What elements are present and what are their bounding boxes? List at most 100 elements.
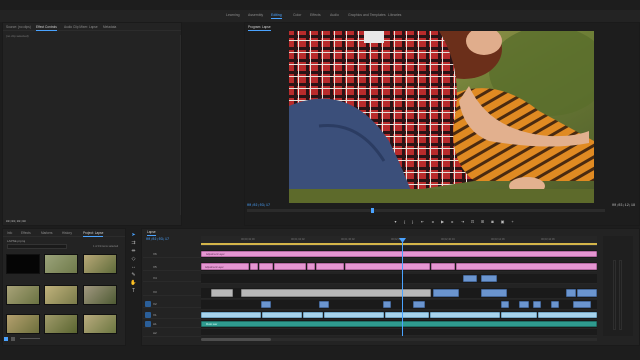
- track-v6: Adjustment Layer: [201, 250, 597, 259]
- video-clip[interactable]: [481, 289, 507, 297]
- mark-out-icon[interactable]: }: [410, 219, 415, 224]
- tab-markers[interactable]: Markers: [41, 231, 53, 235]
- project-thumb-clip[interactable]: [44, 285, 78, 305]
- tab-info[interactable]: Info: [7, 231, 12, 235]
- project-thumb-black-video[interactable]: [6, 254, 40, 274]
- play-icon[interactable]: ▶: [440, 219, 445, 224]
- go-to-out-icon[interactable]: ⇥: [460, 219, 465, 224]
- video-clip[interactable]: [533, 301, 541, 308]
- adjustment-layer-clip[interactable]: [250, 263, 258, 270]
- tab-metadata[interactable]: Metadata: [103, 25, 116, 29]
- slip-tool-icon[interactable]: ↔: [130, 264, 137, 271]
- video-clip[interactable]: [433, 289, 459, 297]
- work-area-bar[interactable]: [201, 243, 597, 245]
- video-clip[interactable]: [383, 301, 391, 308]
- tab-project[interactable]: Project: Lapse: [83, 231, 104, 237]
- video-clip[interactable]: [551, 301, 559, 308]
- project-thumb-clip[interactable]: [6, 314, 40, 334]
- program-playhead[interactable]: [371, 208, 374, 213]
- timeline-scroll-thumb[interactable]: [201, 338, 271, 341]
- zoom-slider[interactable]: [20, 338, 40, 339]
- video-clip[interactable]: [481, 275, 497, 282]
- workspace-assembly[interactable]: Assembly: [248, 13, 263, 17]
- video-clip[interactable]: [262, 312, 302, 318]
- video-clip[interactable]: [319, 301, 329, 308]
- project-thumb-clip[interactable]: [83, 285, 117, 305]
- razor-tool-icon[interactable]: ◇: [130, 256, 137, 263]
- workspace-audio[interactable]: Audio: [330, 13, 339, 17]
- track-target-toggle[interactable]: [145, 301, 151, 307]
- video-clip[interactable]: [385, 312, 429, 318]
- ripple-edit-tool-icon[interactable]: ⇹: [130, 248, 137, 255]
- adjustment-layer-clip[interactable]: [307, 263, 315, 270]
- track-select-tool-icon[interactable]: ⇉: [130, 240, 137, 247]
- mark-in-icon[interactable]: {: [402, 219, 407, 224]
- track-v4: [201, 274, 597, 284]
- video-clip[interactable]: [324, 312, 384, 318]
- video-clip[interactable]: [538, 312, 597, 318]
- workspace-editing[interactable]: Editing: [271, 13, 282, 19]
- project-thumb-clip[interactable]: [44, 314, 78, 334]
- compare-view-icon[interactable]: ▣: [500, 219, 505, 224]
- tab-effects[interactable]: Effects: [21, 231, 31, 235]
- pen-tool-icon[interactable]: ✎: [130, 272, 137, 279]
- step-back-icon[interactable]: ◂: [430, 219, 435, 224]
- step-forward-icon[interactable]: ▸: [450, 219, 455, 224]
- adjustment-layer-clip[interactable]: [345, 263, 430, 270]
- selection-tool-icon[interactable]: ➤: [130, 232, 137, 239]
- workspace-learning[interactable]: Learning: [226, 13, 240, 17]
- tab-timeline[interactable]: Lapse: [147, 230, 156, 236]
- program-scrub-bar[interactable]: [247, 208, 605, 213]
- insert-icon[interactable]: ⊡: [470, 219, 475, 224]
- go-to-in-icon[interactable]: ⇤: [420, 219, 425, 224]
- track-target-toggle[interactable]: [145, 312, 151, 318]
- adjustment-layer-clip[interactable]: [316, 263, 344, 270]
- workspace-effects[interactable]: Effects: [310, 13, 321, 17]
- tab-effect-controls[interactable]: Effect Controls: [36, 25, 57, 31]
- video-clip[interactable]: [501, 312, 537, 318]
- track-target-toggle[interactable]: [145, 321, 151, 327]
- video-clip[interactable]: [519, 301, 529, 308]
- adjustment-layer-clip[interactable]: [431, 263, 455, 270]
- video-clip[interactable]: [201, 312, 261, 318]
- list-view-icon[interactable]: [4, 337, 8, 341]
- adjustment-layer-clip[interactable]: [259, 263, 273, 270]
- video-clip[interactable]: [577, 289, 597, 297]
- video-clip[interactable]: [261, 301, 271, 308]
- workspace-libraries[interactable]: Libraries: [388, 13, 401, 17]
- timeline-playhead[interactable]: [402, 238, 403, 336]
- video-clip[interactable]: [211, 289, 233, 297]
- project-thumb-clip[interactable]: [83, 254, 117, 274]
- video-clip[interactable]: [430, 312, 500, 318]
- audio-clip[interactable]: Music.wav: [201, 321, 597, 327]
- video-clip[interactable]: [413, 301, 425, 308]
- timeline-scrollbar[interactable]: [201, 338, 597, 341]
- tab-audio-clip-mixer[interactable]: Audio Clip Mixer: Lapse: [64, 25, 98, 29]
- project-thumb-clip[interactable]: [83, 314, 117, 334]
- workspace-color[interactable]: Color: [293, 13, 301, 17]
- overwrite-icon[interactable]: ⊞: [480, 219, 485, 224]
- hand-tool-icon[interactable]: ✋: [130, 280, 137, 287]
- workspace-graphics[interactable]: Graphics and Templates: [348, 13, 386, 17]
- export-frame-icon[interactable]: ◙: [490, 219, 495, 224]
- timeline-ruler[interactable]: 00;00;32;00 00;01;04;02 00;01;36;02 00;0…: [201, 236, 597, 246]
- video-clip[interactable]: [463, 275, 477, 282]
- add-marker-icon[interactable]: ▾: [393, 219, 398, 224]
- settings-icon[interactable]: +: [510, 219, 515, 224]
- video-clip[interactable]: [573, 301, 591, 308]
- video-clip[interactable]: [566, 289, 576, 297]
- tab-history[interactable]: History: [62, 231, 72, 235]
- video-clip[interactable]: [303, 312, 323, 318]
- adjustment-layer-clip[interactable]: [456, 263, 597, 270]
- icon-view-icon[interactable]: [11, 337, 15, 341]
- type-tool-icon[interactable]: T: [130, 288, 137, 295]
- tab-program[interactable]: Program: Lapse: [248, 25, 271, 31]
- adjustment-layer-clip[interactable]: Adjustment Layer: [201, 251, 597, 257]
- project-thumb-clip[interactable]: [6, 285, 40, 305]
- video-clip[interactable]: [501, 301, 509, 308]
- project-thumb-clip[interactable]: [44, 254, 78, 274]
- tab-source[interactable]: Source: (no clips): [6, 25, 31, 29]
- adjustment-layer-clip[interactable]: [274, 263, 306, 270]
- adjustment-layer-clip[interactable]: Adjustment Layer: [201, 263, 249, 270]
- project-search-input[interactable]: [7, 244, 67, 249]
